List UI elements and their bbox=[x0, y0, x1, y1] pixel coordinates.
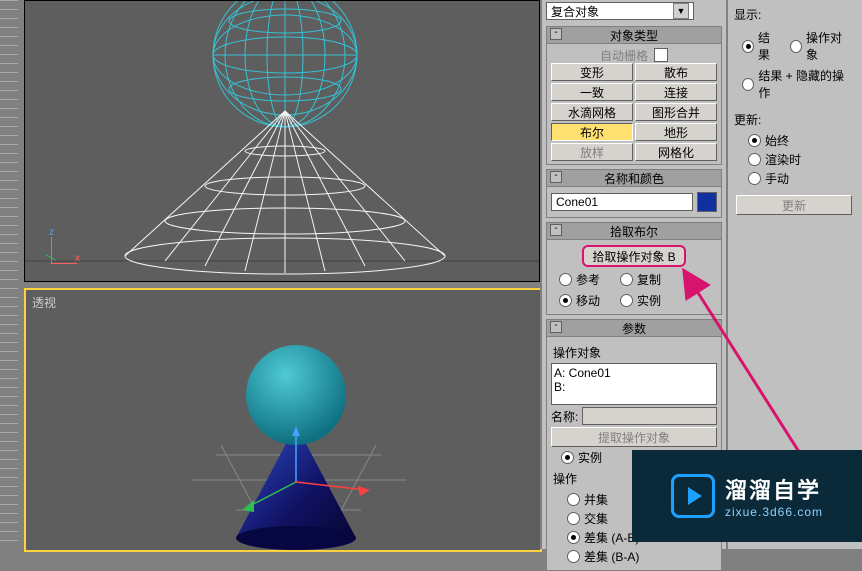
display-title: 显示: bbox=[734, 6, 856, 23]
mesher-button[interactable]: 网格化 bbox=[635, 143, 717, 161]
rollout-title: 拾取布尔 bbox=[610, 223, 658, 240]
terrain-button[interactable]: 地形 bbox=[635, 123, 717, 141]
display-operands-radio[interactable]: 操作对象 bbox=[790, 29, 850, 63]
name-label: 名称: bbox=[551, 408, 578, 425]
extract-operand-button[interactable]: 提取操作对象 bbox=[551, 427, 717, 447]
watermark-url: zixue.3d66.com bbox=[725, 505, 823, 519]
watermark-title: 溜溜自学 bbox=[725, 473, 823, 505]
connect-button[interactable]: 连接 bbox=[635, 83, 717, 101]
shaded-perspective bbox=[26, 290, 540, 550]
ruler-left bbox=[0, 0, 18, 549]
reference-radio[interactable]: 参考 bbox=[559, 271, 600, 288]
rollout-title: 名称和颜色 bbox=[604, 170, 664, 187]
play-icon bbox=[671, 474, 715, 518]
update-title: 更新: bbox=[734, 111, 856, 128]
collapse-icon[interactable]: - bbox=[550, 28, 562, 40]
scatter-button[interactable]: 散布 bbox=[635, 63, 717, 81]
update-render-radio[interactable]: 渲染时 bbox=[748, 151, 850, 168]
display-result-radio[interactable]: 结果 bbox=[742, 29, 780, 63]
operands-list[interactable]: A: Cone01 B: bbox=[551, 363, 717, 405]
viewport-perspective[interactable]: 透视 bbox=[24, 288, 542, 552]
watermark: 溜溜自学 zixue.3d66.com bbox=[632, 450, 862, 542]
rollout-pick-boolean: - 拾取布尔 拾取操作对象 B 参考 复制 移动 实例 bbox=[546, 222, 722, 315]
loft-button[interactable]: 放样 bbox=[551, 143, 633, 161]
rollout-header[interactable]: - 名称和颜色 bbox=[547, 170, 721, 187]
collapse-icon[interactable]: - bbox=[550, 224, 562, 236]
sub-ba-radio[interactable]: 差集 (B-A) bbox=[567, 548, 711, 565]
rollout-title: 对象类型 bbox=[610, 27, 658, 44]
pick-operand-b-button[interactable]: 拾取操作对象 B bbox=[582, 245, 686, 267]
move-radio[interactable]: 移动 bbox=[559, 292, 600, 309]
dropdown-value: 复合对象 bbox=[551, 3, 599, 20]
rollout-object-type: - 对象类型 自动栅格 变形 散布 一致 连接 水滴网格 图形合并 布尔 地形 bbox=[546, 26, 722, 165]
chevron-down-icon: ▼ bbox=[673, 3, 689, 19]
object-name-input[interactable] bbox=[551, 193, 693, 211]
category-dropdown[interactable]: 复合对象 ▼ bbox=[546, 2, 694, 20]
operands-label: 操作对象 bbox=[553, 344, 717, 361]
rollout-header[interactable]: - 拾取布尔 bbox=[547, 223, 721, 240]
rollout-name-color: - 名称和颜色 bbox=[546, 169, 722, 218]
morph-button[interactable]: 变形 bbox=[551, 63, 633, 81]
update-always-radio[interactable]: 始终 bbox=[748, 132, 850, 149]
boolean-button[interactable]: 布尔 bbox=[551, 123, 633, 141]
autogrid-checkbox[interactable] bbox=[654, 48, 668, 62]
wireframe-top bbox=[25, 1, 539, 281]
rollout-title: 参数 bbox=[622, 320, 646, 337]
update-button[interactable]: 更新 bbox=[736, 195, 852, 215]
collapse-icon[interactable]: - bbox=[550, 171, 562, 183]
blobmesh-button[interactable]: 水滴网格 bbox=[551, 103, 633, 121]
axis-gizmo: zx bbox=[45, 227, 85, 267]
display-result-hidden-radio[interactable]: 结果 + 隐藏的操作 bbox=[742, 67, 850, 101]
viewport-top[interactable]: zx bbox=[24, 0, 540, 282]
shapemerge-button[interactable]: 图形合并 bbox=[635, 103, 717, 121]
rollout-header[interactable]: - 对象类型 bbox=[547, 27, 721, 44]
collapse-icon[interactable]: - bbox=[550, 321, 562, 333]
conform-button[interactable]: 一致 bbox=[551, 83, 633, 101]
autogrid-label: 自动栅格 bbox=[600, 47, 648, 64]
color-swatch[interactable] bbox=[697, 192, 717, 212]
copy-radio[interactable]: 复制 bbox=[620, 271, 661, 288]
operand-name-input[interactable] bbox=[582, 407, 717, 425]
update-manual-radio[interactable]: 手动 bbox=[748, 170, 850, 187]
rollout-header[interactable]: - 参数 bbox=[547, 320, 721, 337]
viewport-area: zx 透视 bbox=[0, 0, 540, 549]
instance-radio[interactable]: 实例 bbox=[620, 292, 661, 309]
viewport-label: 透视 bbox=[32, 294, 56, 311]
